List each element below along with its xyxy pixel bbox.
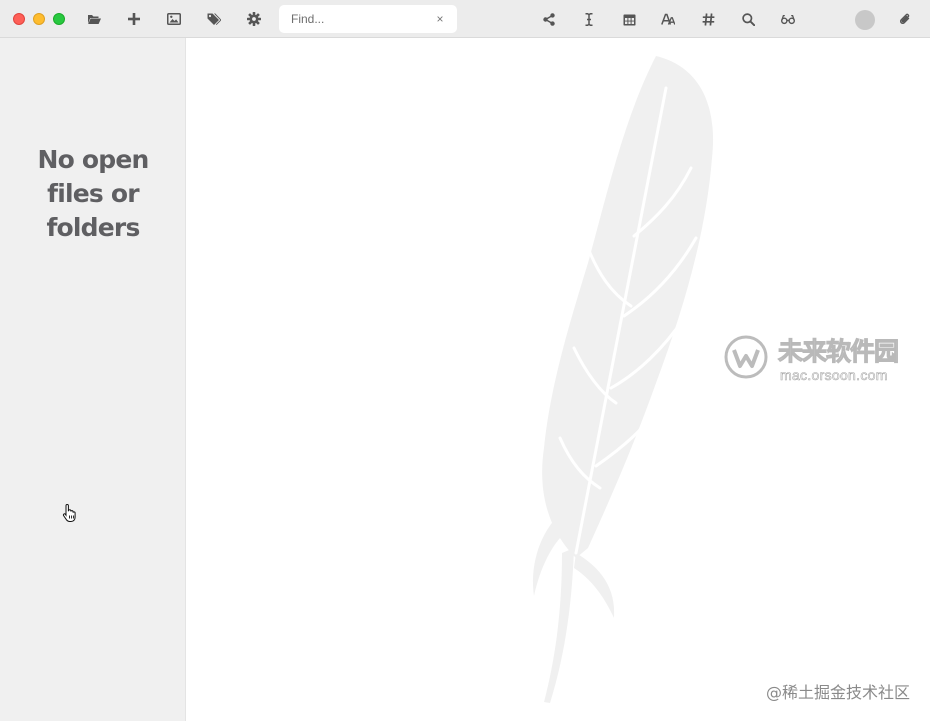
folder-open-icon	[88, 15, 101, 24]
text-cursor-icon	[585, 12, 593, 26]
window-minimize-button[interactable]	[33, 13, 45, 25]
hand-pointer-icon	[62, 503, 76, 522]
toolbar: ×	[0, 0, 930, 38]
search-icon	[741, 12, 755, 26]
clear-find-button[interactable]: ×	[433, 12, 447, 26]
preview-button[interactable]	[778, 9, 798, 29]
font-size-icon	[661, 13, 675, 25]
window-zoom-button[interactable]	[53, 13, 65, 25]
image-icon	[167, 13, 181, 25]
watermark-brand: 未来软件园	[777, 337, 899, 367]
watermark-logo	[724, 335, 768, 379]
settings-button[interactable]	[244, 9, 264, 29]
find-box: ×	[279, 5, 457, 33]
tag-button[interactable]	[698, 9, 718, 29]
typewriter-mode-button[interactable]	[579, 9, 599, 29]
tags-button[interactable]	[204, 9, 224, 29]
feather-icon	[532, 56, 714, 703]
plus-icon	[128, 13, 140, 25]
gear-icon	[247, 12, 261, 26]
font-size-button[interactable]	[658, 9, 678, 29]
find-input[interactable]	[279, 5, 429, 33]
sidebar: No open files or folders	[0, 38, 186, 721]
paperclip-icon	[900, 13, 910, 24]
insert-image-button[interactable]	[164, 9, 184, 29]
calendar-icon	[623, 14, 635, 25]
app-window: ×	[0, 0, 930, 721]
share-icon	[543, 12, 555, 26]
search-button[interactable]	[738, 9, 758, 29]
watermark-url: mac.orsoon.com	[780, 367, 888, 384]
hashtag-icon	[702, 12, 714, 26]
editor-area[interactable]: 未来软件园 mac.orsoon.com @稀土掘金技术社区	[186, 38, 930, 721]
tags-icon	[207, 13, 221, 25]
attachment-button[interactable]	[895, 9, 915, 29]
watermark-footer: @稀土掘金技术社区	[765, 683, 910, 702]
avatar[interactable]	[855, 10, 875, 30]
open-folder-button[interactable]	[84, 9, 104, 29]
window-close-button[interactable]	[13, 13, 25, 25]
new-file-button[interactable]	[124, 9, 144, 29]
empty-state-message: No open files or folders	[37, 145, 149, 242]
calendar-button[interactable]	[619, 9, 639, 29]
share-button[interactable]	[539, 9, 559, 29]
glasses-icon	[781, 14, 795, 24]
